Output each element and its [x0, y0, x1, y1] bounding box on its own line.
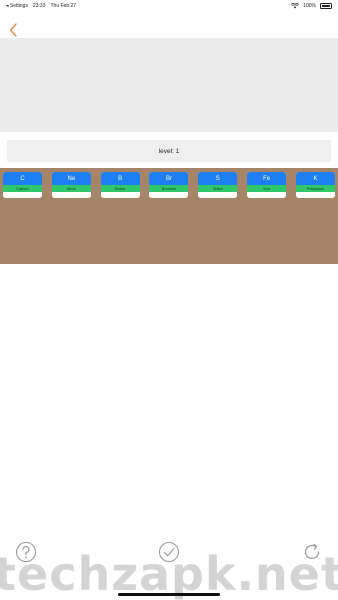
- element-name: Iron: [247, 185, 287, 192]
- element-card[interactable]: Br Bromine: [149, 172, 189, 198]
- element-name: Neon: [51, 185, 91, 192]
- card-footer: [149, 192, 189, 198]
- back-button[interactable]: [6, 21, 20, 39]
- card-footer: [51, 192, 91, 198]
- element-symbol: Br: [149, 172, 189, 185]
- chevron-left-icon: [9, 23, 17, 37]
- check-answer-button[interactable]: [157, 540, 181, 564]
- home-indicator[interactable]: [118, 593, 220, 596]
- element-symbol: Ne: [51, 172, 91, 185]
- game-board: C Carbon Ne Neon B Boron Br Bromine S Sulfur Fe Iro…: [0, 168, 338, 264]
- card-footer: [198, 192, 238, 198]
- card-footer: [100, 192, 140, 198]
- element-card[interactable]: S Sulfur: [198, 172, 238, 198]
- wifi-icon: [291, 3, 300, 9]
- element-symbol: C: [3, 172, 42, 185]
- level-indicator: level: 1: [7, 140, 331, 162]
- refresh-icon: [304, 543, 320, 560]
- checkmark-icon: [158, 541, 180, 563]
- help-button[interactable]: [14, 540, 38, 564]
- element-symbol: Fe: [247, 172, 287, 185]
- element-symbol: S: [198, 172, 238, 185]
- element-symbol: K: [295, 172, 335, 185]
- status-right: 100%: [291, 3, 332, 9]
- status-bar: ◂ Settings 23:33 Thu Feb 27 100%: [0, 0, 338, 12]
- element-card[interactable]: K Potassium: [295, 172, 335, 198]
- app-screen: ◂ Settings 23:33 Thu Feb 27 100% level: …: [0, 0, 338, 600]
- element-name: Potassium: [295, 185, 335, 192]
- card-footer: [295, 192, 335, 198]
- banner-area: [0, 38, 338, 132]
- refresh-button[interactable]: [300, 540, 324, 564]
- status-left: ◂ Settings 23:33 Thu Feb 27: [6, 3, 76, 9]
- element-card-row: C Carbon Ne Neon B Boron Br Bromine S Sulfur Fe Iro…: [3, 172, 335, 198]
- element-name: Bromine: [149, 185, 189, 192]
- status-date: Thu Feb 27: [50, 3, 77, 9]
- element-card[interactable]: C Carbon: [3, 172, 42, 198]
- element-card[interactable]: Ne Neon: [51, 172, 91, 198]
- battery-icon: [320, 3, 332, 9]
- card-footer: [247, 192, 287, 198]
- element-card[interactable]: Fe Iron: [247, 172, 287, 198]
- element-symbol: B: [100, 172, 140, 185]
- element-card[interactable]: B Boron: [100, 172, 140, 198]
- status-time: 23:33: [32, 3, 46, 9]
- battery-percent: 100%: [303, 3, 316, 9]
- card-footer: [3, 192, 42, 198]
- element-name: Boron: [100, 185, 140, 192]
- question-icon: [15, 541, 37, 563]
- back-to-app-link[interactable]: ◂ Settings: [6, 3, 28, 9]
- element-name: Carbon: [3, 185, 42, 192]
- element-name: Sulfur: [198, 185, 238, 192]
- level-label: level: 1: [158, 147, 180, 155]
